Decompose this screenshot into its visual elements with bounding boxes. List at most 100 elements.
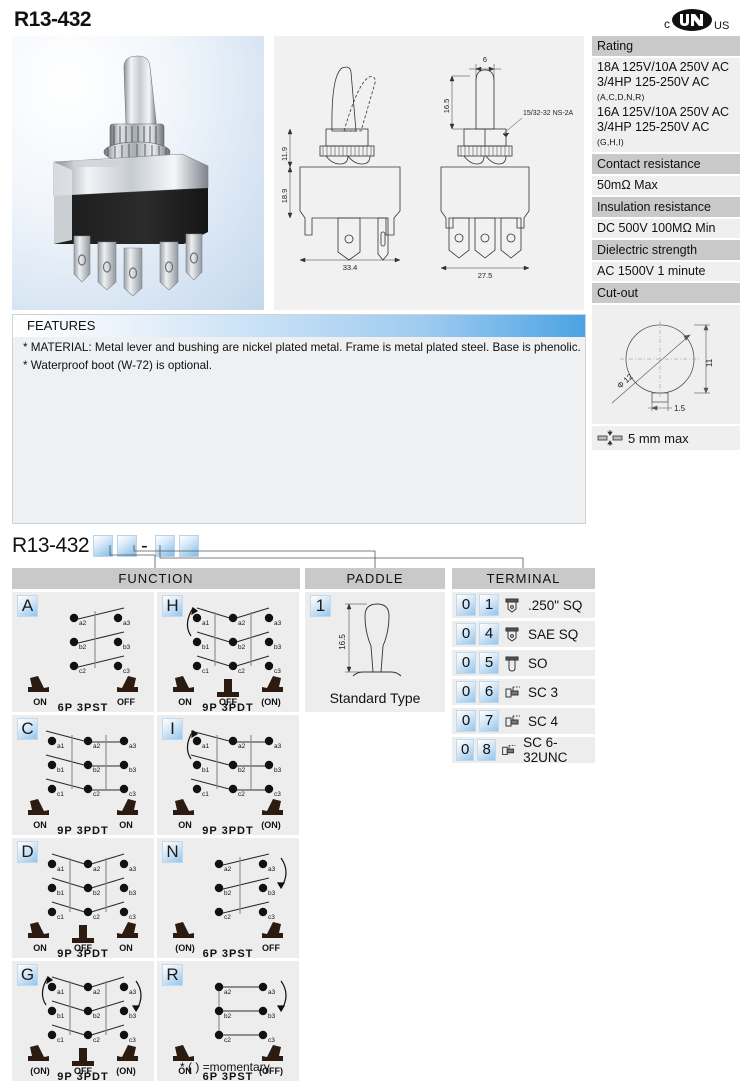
- svg-text:a2: a2: [238, 620, 246, 627]
- function-schematic: a1 a2 a3b1 b2 b3c1 c2 c3ON OFF (ON)9P 3PDT: [173, 606, 283, 712]
- svg-text:c3: c3: [274, 668, 281, 675]
- function-option-n[interactable]: Na2 a3 b2 b3 c2 c3 (ON) OFF 6P 3PST: [157, 838, 299, 958]
- paddle-code-badge: 1: [310, 595, 331, 617]
- svg-text:a3: a3: [129, 989, 137, 996]
- quick-connect-icon: [505, 627, 519, 642]
- svg-text:c3: c3: [268, 914, 275, 921]
- paddle-option-standard[interactable]: 1 16.5 Standard Type: [305, 592, 445, 712]
- function-option-a[interactable]: Aa2 a3 b2 b3 c2 c3 ON OFF 6P 3PST: [12, 592, 154, 712]
- terminal-option-06[interactable]: 0 6 SC 3: [452, 679, 595, 705]
- terminal-digit-2: 6: [479, 681, 499, 703]
- svg-text:c3: c3: [268, 1037, 275, 1044]
- svg-text:a3: a3: [123, 620, 131, 627]
- function-option-i[interactable]: Ia1 a2 a3 b1 b2 b3 c1 c2 c3 ON (ON) 9P 3PDT: [157, 715, 299, 835]
- svg-text:c1: c1: [57, 914, 64, 921]
- svg-text:ON: ON: [33, 820, 47, 830]
- svg-text:a3: a3: [268, 989, 276, 996]
- screw-terminal-icon: [505, 686, 520, 698]
- paddle-dimension-label: 16.5: [338, 634, 347, 650]
- terminal-options-list: 0 1.250" SQ 0 4 SAE SQ 0 5 SO 0 6 SC 3 0 7 SC 4 0 8 SC 6…: [452, 592, 595, 765]
- function-schematic: a2 a3 b2 b3 c2 c3 (ON) OFF 6P 3PST: [173, 853, 287, 958]
- svg-text:c2: c2: [238, 668, 245, 675]
- spec-value-dielectric-strength: AC 1500V 1 minute: [592, 262, 740, 281]
- ul-certification-mark: c US: [664, 9, 729, 32]
- dim-side-width: 27.5: [478, 271, 493, 280]
- function-schematic: a2 a3 b2 b3 c2 c3 ON OFF 6P 3PST: [28, 607, 138, 712]
- svg-text:c2: c2: [224, 1037, 231, 1044]
- svg-text:(ON): (ON): [261, 820, 281, 830]
- terminal-label: SC 4: [528, 713, 559, 729]
- features-panel: FEATURES * MATERIAL: Metal lever and bus…: [12, 314, 586, 524]
- svg-text:c3: c3: [129, 791, 136, 798]
- svg-text:b2: b2: [238, 644, 246, 651]
- spec-header-cutout: Cut-out: [592, 283, 740, 303]
- function-option-d[interactable]: Da1 a2 a3 b1 b2 b3 c1 c2 c3 ON OFF ON 9P 3PDT: [12, 838, 154, 958]
- screw-terminal-icon: [502, 744, 516, 756]
- spec-value-insulation-resistance: DC 500V 100MΩ Min: [592, 219, 740, 238]
- column-header-function: FUNCTION: [12, 568, 300, 589]
- svg-text:ON: ON: [33, 697, 47, 707]
- function-option-g[interactable]: Ga1 a2 a3 b1 b2 b3 c1 c2 c3 (ON) OFF (ON) 9P 3PDT: [12, 961, 154, 1081]
- paddle-column: PADDLE 1 16.5 Standard Type: [305, 568, 445, 712]
- svg-text:c3: c3: [123, 668, 130, 675]
- dimension-drawing: 11.9 18.9 33.4 6 16.5 15/32-32 NS-2A 27.…: [274, 36, 584, 310]
- svg-text:b1: b1: [57, 767, 65, 774]
- product-photo: [12, 36, 264, 310]
- svg-text:OFF: OFF: [262, 943, 280, 953]
- dim-lever-width: 6: [483, 55, 487, 64]
- terminal-digit-2: 8: [477, 739, 496, 761]
- terminal-label: SC 6-32UNC: [523, 735, 568, 765]
- svg-text:ON: ON: [178, 697, 192, 707]
- svg-text:a2: a2: [93, 743, 101, 750]
- terminal-option-05[interactable]: 0 5 SO: [452, 650, 595, 676]
- function-schematic: a1 a2 a3 b1 b2 b3 c1 c2 c3 ON ON 9P 3PDT: [28, 730, 138, 835]
- svg-text:ON: ON: [178, 820, 192, 830]
- svg-text:c2: c2: [93, 1037, 100, 1044]
- function-option-h[interactable]: Ha1 a2 a3 b1 b2 b3 c1 c2 c3 ON OFF (ON) 9P 3PDT: [157, 592, 299, 712]
- screw-terminal-icon: [505, 715, 520, 727]
- svg-text:6P 3PST: 6P 3PST: [203, 948, 254, 958]
- momentary-note: * ( ) =momentary: [180, 1060, 270, 1074]
- terminal-option-07[interactable]: 0 7 SC 4: [452, 708, 595, 734]
- function-schematic: a1 a2 a3b1 b2 b3c1 c2 c3(ON) OFF (ON)9P 3PDT: [28, 975, 142, 1081]
- column-header-paddle: PADDLE: [305, 568, 445, 589]
- terminal-digit-2: 5: [479, 652, 499, 674]
- cutout-height-label: 11: [705, 358, 714, 367]
- panel-thickness-row: 5 mm max: [592, 426, 740, 450]
- dim-bushing-height: 11.9: [280, 147, 289, 161]
- svg-text:OFF: OFF: [117, 697, 135, 707]
- svg-text:a2: a2: [93, 989, 101, 996]
- svg-text:c1: c1: [57, 791, 64, 798]
- terminal-label: SAE SQ: [528, 626, 579, 642]
- svg-text:b2: b2: [224, 890, 232, 897]
- svg-text:c1: c1: [202, 668, 209, 675]
- svg-text:b1: b1: [202, 644, 210, 651]
- spec-header-contact-resistance: Contact resistance: [592, 154, 740, 174]
- panel-thickness-label: 5 mm max: [628, 430, 689, 446]
- terminal-digit-2: 1: [479, 594, 499, 616]
- terminal-label: SO: [528, 655, 548, 671]
- terminal-digit-2: 7: [479, 710, 499, 732]
- quick-connect-icon: [505, 598, 519, 613]
- feature-line-material: * MATERIAL: Metal lever and bushing are …: [23, 341, 581, 354]
- function-column: FUNCTION Aa2 a3 b2 b3 c2 c3 ON OFF 6P 3PST Ha1 a2 a…: [12, 568, 300, 1081]
- terminal-option-04[interactable]: 0 4 SAE SQ: [452, 621, 595, 647]
- svg-text:b1: b1: [202, 767, 210, 774]
- function-option-c[interactable]: Ca1 a2 a3 b1 b2 b3 c1 c2 c3 ON ON 9P 3PDT: [12, 715, 154, 835]
- terminal-digit-1: 0: [456, 739, 475, 761]
- svg-text:9P 3PDT: 9P 3PDT: [57, 948, 108, 958]
- svg-text:a2: a2: [79, 620, 87, 627]
- terminal-option-08[interactable]: 0 8 SC 6-32UNC: [452, 735, 595, 765]
- svg-text:a1: a1: [202, 743, 210, 750]
- svg-text:c3: c3: [129, 914, 136, 921]
- svg-text:c3: c3: [129, 1037, 136, 1044]
- rating-line-1: 18A 125V/10A 250V AC: [597, 60, 730, 74]
- svg-text:b3: b3: [129, 767, 137, 774]
- terminal-option-01[interactable]: 0 1 .250" SQ: [452, 592, 595, 618]
- svg-text:ON: ON: [119, 943, 133, 953]
- svg-text:b3: b3: [274, 644, 282, 651]
- terminal-digit-1: 0: [456, 623, 476, 645]
- dim-lever-height: 16.5: [442, 99, 451, 114]
- svg-text:b1: b1: [57, 1013, 65, 1020]
- svg-text:(ON): (ON): [116, 1066, 136, 1076]
